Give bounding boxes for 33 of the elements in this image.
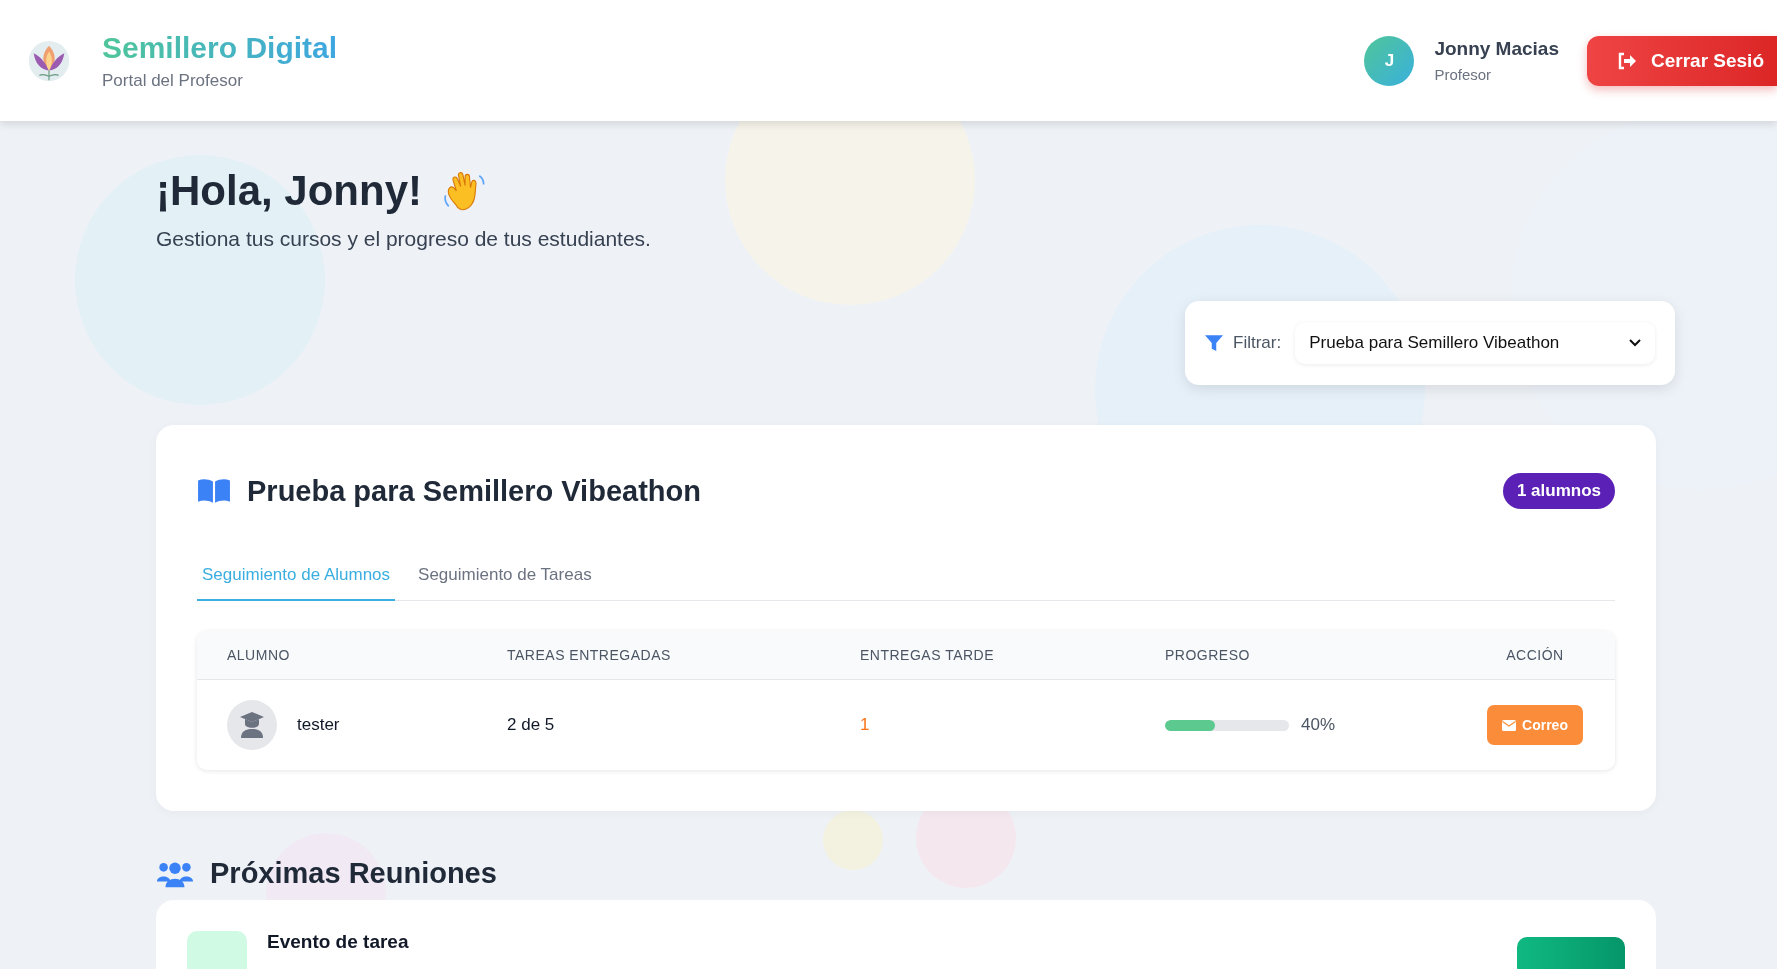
column-header: ACCIÓN [1506,647,1564,663]
delivered-count: 2 de 5 [507,715,556,735]
app-subtitle: Portal del Profesor [102,70,244,91]
progress-reading: 40% [1301,715,1336,735]
chevron-down-icon [1629,339,1641,347]
tab[interactable]: Seguimiento de Alumnos [197,555,396,601]
user-avatar: J [1364,35,1415,86]
column-header: ALUMNO [227,647,291,663]
column-header: TAREAS ENTREGADAS [507,647,672,663]
student-name: tester [297,715,340,735]
column-header: PROGRESO [1165,647,1251,663]
section-title: Próximas Reuniones [210,857,497,890]
envelope-icon [1502,719,1517,731]
filter-label: Filtrar: [1233,333,1282,353]
column-header: ENTREGAS TARDE [860,647,996,663]
student-avatar-icon [227,700,277,750]
tab[interactable]: Seguimiento de Tareas [413,555,597,601]
filter-icon [1205,334,1223,352]
user-role: Profesor [1434,66,1493,83]
greeting-subtitle: Gestiona tus cursos y el progreso de tus estudiantes. [156,227,652,251]
meeting-title: Evento de tarea [267,931,410,953]
late-count: 1 [860,715,871,735]
student-count-badge: 1 alumnos [1502,473,1615,509]
email-button[interactable]: Correo [1487,705,1583,745]
course-title: Prueba para Semillero Vibeathon [247,474,701,508]
logout-button[interactable]: Cerrar Sesió [1587,35,1777,86]
meeting-action-button[interactable] [1517,937,1625,969]
user-name: Jonny Macias [1434,38,1559,60]
logout-icon [1617,51,1637,70]
course-select[interactable]: Prueba para Semillero Vibeathon [1295,322,1655,364]
greeting-title: ¡Hola, Jonny! [156,167,422,215]
background-circle [823,810,883,870]
book-icon [197,478,231,504]
